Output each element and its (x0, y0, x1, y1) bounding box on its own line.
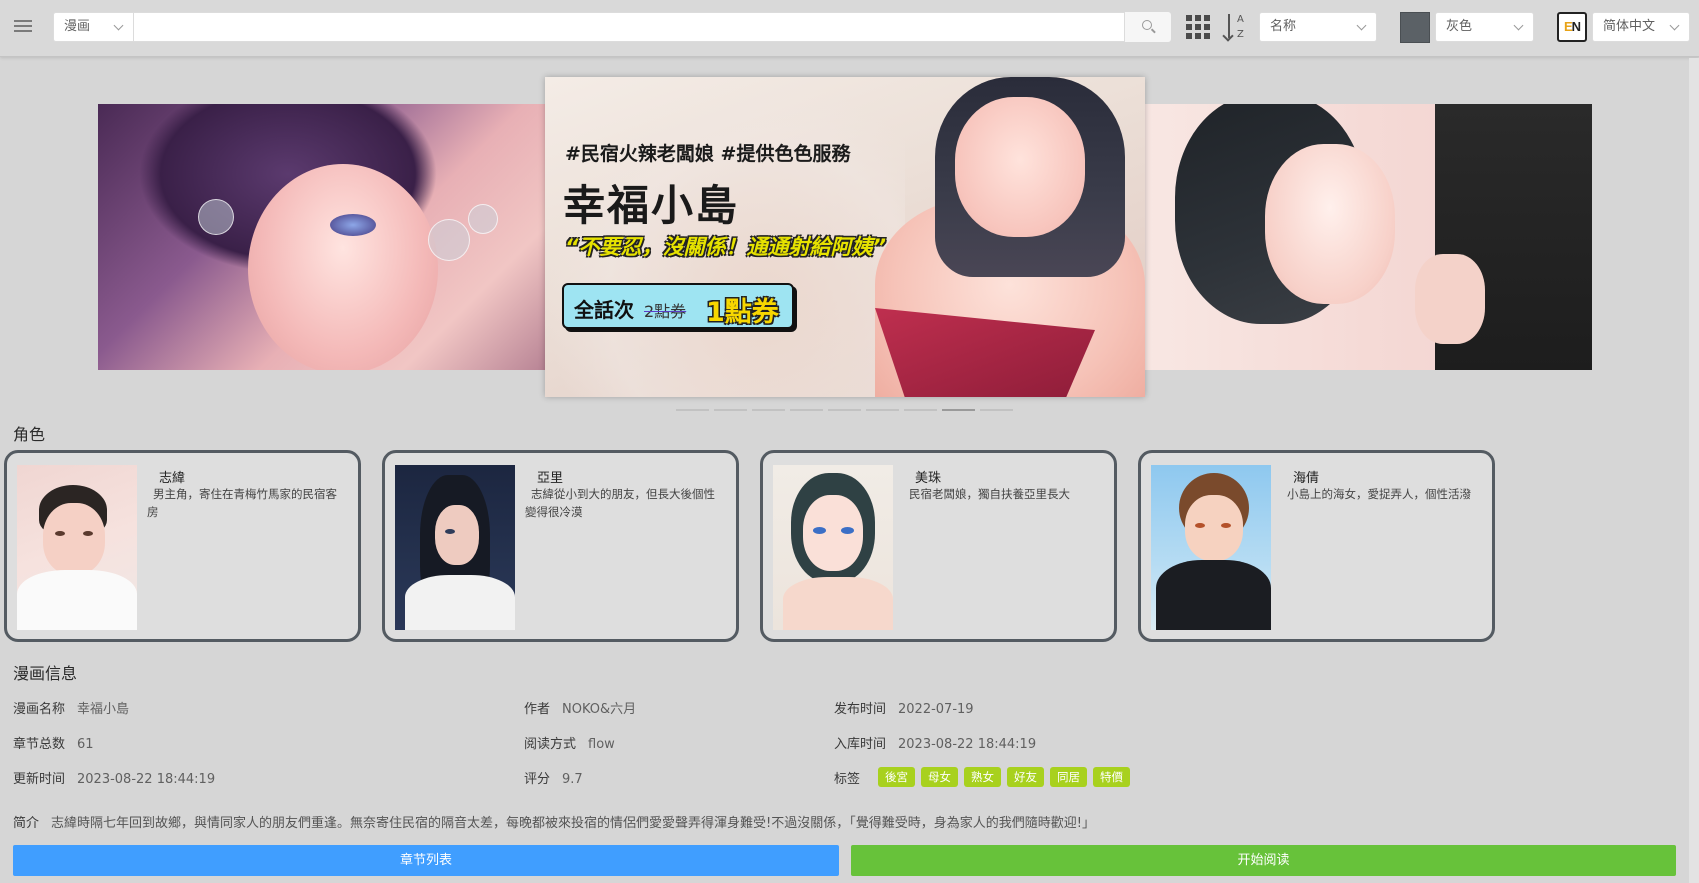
character-avatar (17, 465, 137, 630)
character-name: 海倩 (1293, 471, 1320, 486)
characters-heading: 角色 (13, 425, 46, 444)
info-summary: 简介 志緯時隔七年回到故鄉，與情同家人的朋友們重逢。無奈寄住民宿的隔音太差，每晚都… (13, 816, 1095, 831)
info-chapter-count: 章节总数 61 (13, 737, 94, 752)
character-desc: 男主角，寄住在青梅竹馬家的民宿客房 (147, 487, 337, 519)
carousel-dot[interactable] (714, 409, 747, 411)
chapter-list-button[interactable]: 章节列表 (13, 845, 839, 876)
top-bar: 漫画 AZ 名称 灰色 EN 简体中文 (0, 0, 1699, 57)
search-button[interactable] (1124, 12, 1171, 42)
carousel-dot[interactable] (752, 409, 785, 411)
carousel-dot[interactable] (790, 409, 823, 411)
theme-color-swatch[interactable] (1400, 12, 1430, 43)
language-value: 简体中文 (1603, 19, 1656, 34)
character-name: 志緯 (159, 471, 186, 486)
info-author: 作者 NOKO&六月 (524, 702, 637, 717)
tag[interactable]: 好友 (1007, 767, 1044, 787)
theme-select[interactable]: 灰色 (1435, 12, 1534, 42)
tag[interactable]: 後宮 (878, 767, 915, 787)
character-avatar (773, 465, 893, 630)
chevron-down-icon (1669, 20, 1680, 31)
sort-field-value: 名称 (1270, 19, 1297, 34)
character-card[interactable]: 海倩 小島上的海女，愛捉弄人，個性活潑 (1138, 450, 1495, 642)
character-avatar (1151, 465, 1271, 630)
character-card[interactable]: 美珠 民宿老闆娘，獨自扶養亞里長大 (760, 450, 1117, 642)
info-name: 漫画名称 幸福小島 (13, 702, 130, 717)
character-list: 志緯 男主角，寄住在青梅竹馬家的民宿客房 亞里 志緯從小到大的朋友，但長大後個性… (4, 450, 1504, 642)
carousel-dot[interactable] (866, 409, 899, 411)
content-type-value: 漫画 (64, 19, 91, 34)
info-heading: 漫画信息 (13, 664, 78, 683)
content-type-select[interactable]: 漫画 (53, 12, 134, 42)
tag-list: 後宮 母女 熟女 好友 同居 特價 (878, 767, 1130, 787)
character-desc: 民宿老闆娘，獨自扶養亞里長大 (909, 487, 1070, 501)
chevron-down-icon (1513, 20, 1524, 31)
character-card[interactable]: 亞里 志緯從小到大的朋友，但長大後個性變得很冷漠 (382, 450, 739, 642)
carousel-dot[interactable] (942, 409, 975, 411)
chevron-down-icon (1356, 20, 1367, 31)
banner-hashtag: #民宿火辣老闆娘 #提供色色服務 (565, 143, 851, 165)
carousel-dot[interactable] (904, 409, 937, 411)
carousel-slide-active[interactable]: #民宿火辣老闆娘 #提供色色服務 幸福小島 “不要忍，沒關係！通通射給阿姨” 全… (545, 77, 1145, 397)
character-name: 美珠 (915, 471, 942, 486)
carousel-dot[interactable] (980, 409, 1013, 411)
sort-field-select[interactable]: 名称 (1259, 12, 1377, 42)
banner-title: 幸福小島 (563, 181, 740, 230)
info-updated-time: 更新时间 2023-08-22 18:44:19 (13, 772, 216, 787)
banner-promo: 全話次 2點券 1點券 (562, 283, 794, 329)
menu-icon[interactable] (14, 17, 32, 35)
carousel-indicators (676, 409, 1013, 411)
tag[interactable]: 母女 (921, 767, 958, 787)
tag[interactable]: 熟女 (964, 767, 1001, 787)
start-reading-button[interactable]: 开始阅读 (851, 845, 1676, 876)
language-select[interactable]: 简体中文 (1592, 12, 1690, 42)
info-stored-time: 入库时间 2023-08-22 18:44:19 (834, 737, 1037, 752)
search-input[interactable] (134, 13, 1124, 41)
character-card[interactable]: 志緯 男主角，寄住在青梅竹馬家的民宿客房 (4, 450, 361, 642)
tag[interactable]: 同居 (1050, 767, 1087, 787)
banner-carousel: #民宿火辣老闆娘 #提供色色服務 幸福小島 “不要忍，沒關係！通通射給阿姨” 全… (0, 58, 1699, 413)
grid-view-icon[interactable] (1186, 15, 1210, 39)
info-reading-mode: 阅读方式 flow (524, 737, 615, 752)
theme-value: 灰色 (1446, 19, 1473, 34)
carousel-slide-next[interactable] (1145, 104, 1592, 370)
info-tags-label: 标签 (834, 772, 861, 787)
character-desc: 小島上的海女，愛捉弄人，個性活潑 (1287, 487, 1471, 501)
character-desc: 志緯從小到大的朋友，但長大後個性變得很冷漠 (525, 487, 715, 519)
character-avatar (395, 465, 515, 630)
character-name: 亞里 (537, 471, 564, 486)
tag[interactable]: 特價 (1093, 767, 1130, 787)
carousel-dot[interactable] (676, 409, 709, 411)
language-icon[interactable]: EN (1557, 12, 1587, 42)
chevron-down-icon (113, 20, 124, 31)
info-release-date: 发布时间 2022-07-19 (834, 702, 974, 717)
info-rating: 评分 9.7 (524, 772, 583, 787)
sort-az-icon[interactable]: AZ (1222, 12, 1250, 44)
carousel-dot[interactable] (828, 409, 861, 411)
banner-quote: “不要忍，沒關係！通通射給阿姨” (565, 235, 887, 259)
carousel-slide-prev[interactable] (98, 104, 545, 370)
sort-az-label: AZ (1237, 14, 1244, 40)
